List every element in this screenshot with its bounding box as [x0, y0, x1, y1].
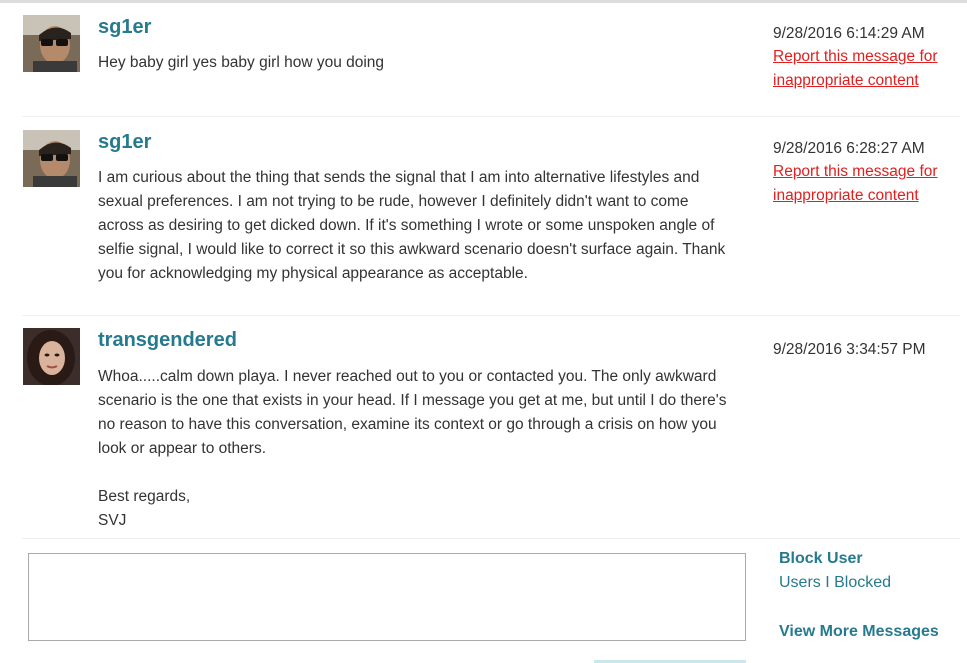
users-blocked-link[interactable]: Users I Blocked — [779, 572, 891, 594]
message-body: Whoa.....calm down playa. I never reache… — [98, 365, 728, 533]
message-item: sg1er Hey baby girl yes baby girl how yo… — [22, 15, 960, 105]
top-divider — [0, 0, 967, 3]
male-selfie-avatar-image — [23, 15, 80, 72]
message-text: Whoa.....calm down playa. I never reache… — [98, 368, 727, 457]
avatar[interactable] — [23, 130, 80, 187]
reply-input[interactable] — [28, 553, 746, 641]
message-timestamp: 9/28/2016 3:34:57 PM — [773, 341, 926, 358]
message-item: sg1er I am curious about the thing that … — [22, 130, 960, 300]
message-signoff: Best regards, — [98, 488, 191, 505]
message-timestamp: 9/28/2016 6:28:27 AM — [773, 140, 925, 157]
view-more-messages-link[interactable]: View More Messages — [779, 621, 939, 643]
female-selfie-avatar-image — [23, 328, 80, 385]
username[interactable]: sg1er — [98, 130, 151, 154]
message-item: transgendered Whoa.....calm down playa. … — [22, 328, 960, 533]
message-divider — [22, 538, 960, 539]
message-body: I am curious about the thing that sends … — [98, 166, 728, 286]
username[interactable]: transgendered — [98, 328, 237, 352]
message-body: Hey baby girl yes baby girl how you doin… — [98, 51, 728, 75]
male-selfie-avatar-image — [23, 130, 80, 187]
report-message-link[interactable]: Report this message for inappropriate co… — [773, 45, 953, 93]
message-signature: SVJ — [98, 512, 127, 529]
report-message-link[interactable]: Report this message for inappropriate co… — [773, 160, 953, 208]
message-divider — [22, 315, 960, 316]
message-divider — [22, 116, 960, 117]
avatar[interactable] — [23, 15, 80, 72]
avatar[interactable] — [23, 328, 80, 385]
username[interactable]: sg1er — [98, 15, 151, 39]
block-user-link[interactable]: Block User — [779, 548, 863, 570]
message-text: Hey baby girl yes baby girl how you doin… — [98, 54, 385, 71]
message-text: I am curious about the thing that sends … — [98, 169, 726, 282]
message-timestamp: 9/28/2016 6:14:29 AM — [773, 25, 925, 42]
